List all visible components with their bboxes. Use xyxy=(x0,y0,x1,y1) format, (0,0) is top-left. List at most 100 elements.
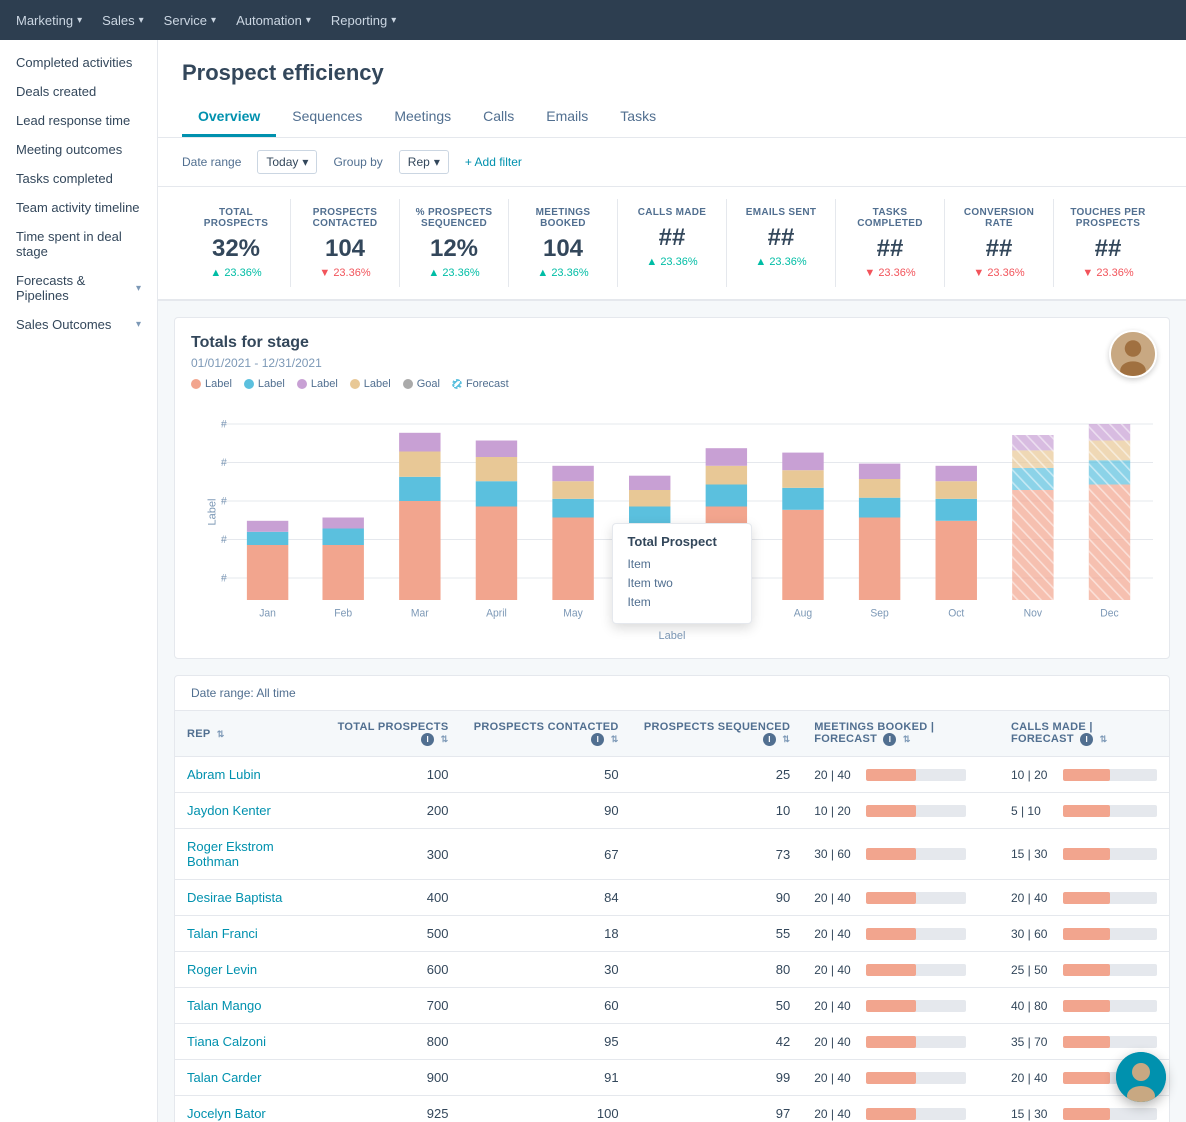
stat-label: PROSPECTS CONTACTED xyxy=(295,207,395,229)
legend-item-4: Goal xyxy=(403,378,440,390)
meetings-forecast-cell: 30 | 60 xyxy=(802,829,999,880)
rep-name-link[interactable]: Talan Franci xyxy=(187,926,258,941)
meetings-progress-bar xyxy=(866,964,966,976)
top-navigation: Marketing ▾ Sales ▾ Service ▾ Automation… xyxy=(0,0,1186,40)
stat-touches-per-prospects: TOUCHES PER PROSPECTS ## 23.36% xyxy=(1054,199,1162,287)
stat-value: 104 xyxy=(513,235,613,263)
meetings-progress-fill xyxy=(866,769,916,781)
legend-dot xyxy=(191,379,201,389)
prospects-sequenced-cell: 55 xyxy=(631,916,803,952)
rep-name-link[interactable]: Abram Lubin xyxy=(187,767,261,782)
sidebar-item-forecasts-pipelines[interactable]: Forecasts & Pipelines ▾ xyxy=(0,266,157,310)
date-range-button[interactable]: Today ▾ xyxy=(257,150,317,174)
rep-name-link[interactable]: Roger Levin xyxy=(187,962,257,977)
avatar xyxy=(1109,330,1157,378)
data-table: REP ⇅ TOTAL PROSPECTS i ⇅ PROSPECTS CONT… xyxy=(175,711,1169,1122)
meetings-progress-fill xyxy=(866,928,916,940)
col-meetings-forecast: MEETINGS BOOKED | FORECAST i ⇅ xyxy=(802,711,999,757)
rep-name-link[interactable]: Roger Ekstrom Bothman xyxy=(187,839,274,869)
meetings-progress-bar xyxy=(866,928,966,940)
meetings-forecast-cell: 10 | 20 xyxy=(802,793,999,829)
group-by-button[interactable]: Rep ▾ xyxy=(399,150,449,174)
total-prospects-cell: 500 xyxy=(314,916,460,952)
calls-forecast-value: 40 | 80 xyxy=(1011,999,1055,1013)
legend-dot xyxy=(350,379,360,389)
calls-forecast-value: 10 | 20 xyxy=(1011,768,1055,782)
chevron-down-icon: ▾ xyxy=(139,15,144,26)
table-row: Abram Lubin 100 50 25 20 | 40 10 | 20 xyxy=(175,757,1169,793)
tab-emails[interactable]: Emails xyxy=(530,98,604,137)
prospects-sequenced-cell: 99 xyxy=(631,1060,803,1096)
calls-progress-fill xyxy=(1063,928,1110,940)
sort-icon[interactable]: ⇅ xyxy=(217,729,225,739)
rep-name-link[interactable]: Talan Mango xyxy=(187,998,261,1013)
calls-progress-bar xyxy=(1063,892,1157,904)
calls-progress-fill xyxy=(1063,769,1110,781)
tab-sequences[interactable]: Sequences xyxy=(276,98,378,137)
chat-avatar-button[interactable] xyxy=(1116,1052,1166,1102)
sidebar-item-deals-created[interactable]: Deals created xyxy=(0,77,157,106)
rep-name-link[interactable]: Talan Carder xyxy=(187,1070,261,1085)
total-prospects-cell: 900 xyxy=(314,1060,460,1096)
svg-text:Dec: Dec xyxy=(1100,607,1119,619)
meetings-progress-bar xyxy=(866,892,966,904)
y-axis-label: Label xyxy=(206,499,218,526)
info-icon: i xyxy=(763,733,776,746)
info-icon: i xyxy=(421,733,434,746)
table-row: Desirae Baptista 400 84 90 20 | 40 20 | … xyxy=(175,880,1169,916)
main-content: Prospect efficiency Overview Sequences M… xyxy=(158,40,1186,1122)
rep-name-cell: Abram Lubin xyxy=(175,757,314,793)
sort-icon[interactable]: ⇅ xyxy=(903,734,911,744)
meetings-progress-bar xyxy=(866,1108,966,1120)
add-filter-button[interactable]: + Add filter xyxy=(465,155,522,169)
meetings-progress-fill xyxy=(866,892,916,904)
rep-name-link[interactable]: Jaydon Kenter xyxy=(187,803,271,818)
chart-tooltip: Total Prospect Item Item two Item xyxy=(612,523,752,624)
sidebar-item-meeting-outcomes[interactable]: Meeting outcomes xyxy=(0,135,157,164)
chat-avatar-image xyxy=(1116,1052,1166,1102)
tab-calls[interactable]: Calls xyxy=(467,98,530,137)
nav-item-service[interactable]: Service ▾ xyxy=(164,13,216,28)
rep-name-link[interactable]: Jocelyn Bator xyxy=(187,1106,266,1121)
total-prospects-cell: 925 xyxy=(314,1096,460,1122)
sidebar-item-sales-outcomes[interactable]: Sales Outcomes ▾ xyxy=(0,310,157,339)
chevron-down-icon: ▾ xyxy=(136,283,141,294)
svg-text:#: # xyxy=(221,495,227,507)
calls-progress-fill xyxy=(1063,805,1110,817)
stat-value: ## xyxy=(840,235,940,263)
sidebar-item-lead-response-time[interactable]: Lead response time xyxy=(0,106,157,135)
calls-progress-fill xyxy=(1063,892,1110,904)
tab-tasks[interactable]: Tasks xyxy=(604,98,672,137)
rep-name-link[interactable]: Tiana Calzoni xyxy=(187,1034,266,1049)
calls-progress-fill xyxy=(1063,964,1110,976)
calls-forecast-cell: 15 | 30 xyxy=(999,829,1169,880)
sort-icon[interactable]: ⇅ xyxy=(611,734,619,744)
legend-dot xyxy=(244,379,254,389)
meetings-forecast-cell: 20 | 40 xyxy=(802,1024,999,1060)
chevron-down-icon: ▾ xyxy=(391,15,396,26)
calls-progress-fill xyxy=(1063,1000,1110,1012)
tab-meetings[interactable]: Meetings xyxy=(378,98,467,137)
calls-progress-fill xyxy=(1063,848,1110,860)
stat-label: TASKS COMPLETED xyxy=(840,207,940,229)
rep-name-cell: Tiana Calzoni xyxy=(175,1024,314,1060)
nav-item-sales[interactable]: Sales ▾ xyxy=(102,13,144,28)
nav-item-automation[interactable]: Automation ▾ xyxy=(236,13,311,28)
rep-name-link[interactable]: Desirae Baptista xyxy=(187,890,282,905)
sidebar-item-time-spent-in-deal-stage[interactable]: Time spent in deal stage xyxy=(0,222,157,266)
nav-item-marketing[interactable]: Marketing ▾ xyxy=(16,13,82,28)
tab-overview[interactable]: Overview xyxy=(182,98,276,137)
meetings-forecast-value: 20 | 40 xyxy=(814,999,858,1013)
sort-icon[interactable]: ⇅ xyxy=(782,734,790,744)
sort-icon[interactable]: ⇅ xyxy=(441,734,449,744)
calls-progress-bar xyxy=(1063,964,1157,976)
nav-item-reporting[interactable]: Reporting ▾ xyxy=(331,13,396,28)
sidebar-item-team-activity-timeline[interactable]: Team activity timeline xyxy=(0,193,157,222)
sort-icon[interactable]: ⇅ xyxy=(1100,734,1108,744)
sidebar-item-tasks-completed[interactable]: Tasks completed xyxy=(0,164,157,193)
sidebar-item-completed-activities[interactable]: Completed activities xyxy=(0,48,157,77)
prospects-contacted-cell: 100 xyxy=(460,1096,630,1122)
meetings-progress-fill xyxy=(866,964,916,976)
col-total-prospects: TOTAL PROSPECTS i ⇅ xyxy=(314,711,460,757)
prospects-contacted-cell: 95 xyxy=(460,1024,630,1060)
